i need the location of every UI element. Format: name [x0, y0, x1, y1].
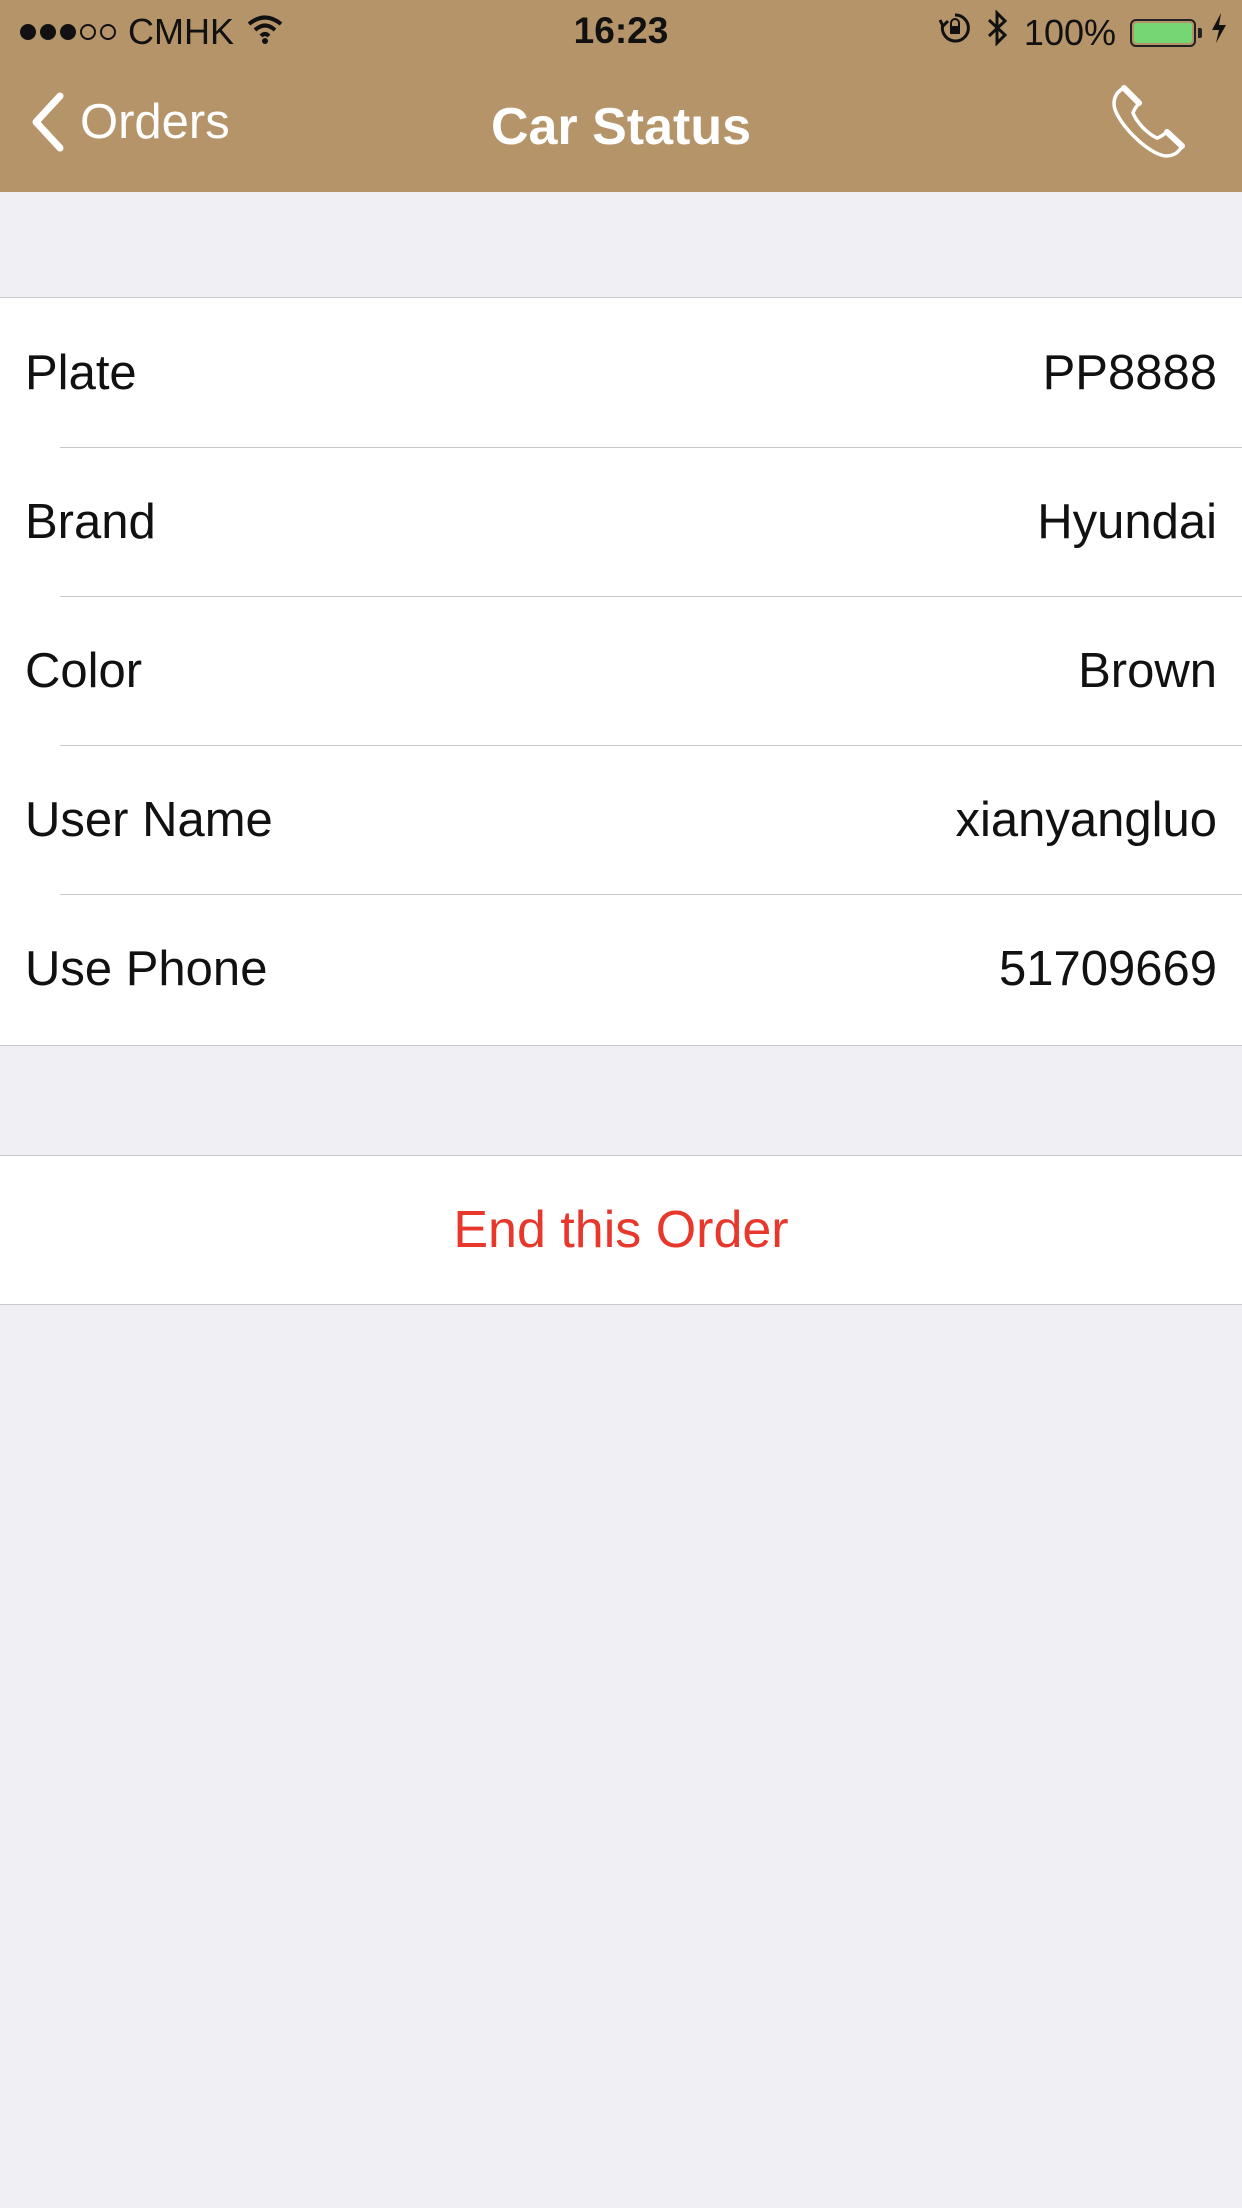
brand-label: Brand: [25, 495, 156, 549]
battery-icon: [1130, 18, 1202, 47]
brand-row: Brand Hyundai: [25, 447, 1242, 596]
color-row: Color Brown: [25, 596, 1242, 745]
phone-icon: [1106, 85, 1188, 168]
brand-value: Hyundai: [1037, 495, 1217, 549]
color-value: Brown: [1078, 644, 1217, 698]
car-details-list: Plate PP8888 Brand Hyundai Color Brown U…: [0, 297, 1242, 1046]
plate-label: Plate: [25, 345, 137, 400]
actions-group: End this Order: [0, 1155, 1242, 1305]
status-bar: CMHK 16:23 100%: [0, 0, 1242, 60]
use-phone-label: Use Phone: [25, 942, 268, 996]
call-button[interactable]: [1106, 82, 1188, 164]
use-phone-row: Use Phone 51709669: [25, 894, 1242, 1043]
plate-row: Plate PP8888: [0, 298, 1242, 447]
navigation-bar: Orders Car Status: [0, 60, 1242, 192]
page-title: Car Status: [490, 98, 752, 156]
header: CMHK 16:23 100% Orders Car Status: [0, 0, 1242, 192]
battery-percentage: 100%: [1023, 11, 1116, 53]
color-label: Color: [25, 644, 143, 698]
user-name-row: User Name xianyangluo: [25, 745, 1242, 894]
plate-value: PP8888: [1042, 345, 1217, 400]
bluetooth-icon: [986, 9, 1010, 55]
end-order-button[interactable]: End this Order: [0, 1156, 1242, 1304]
status-bar-right: 100%: [938, 9, 1228, 55]
charging-icon: [1210, 11, 1228, 54]
use-phone-value: 51709669: [998, 942, 1217, 996]
user-name-value: xianyangluo: [955, 793, 1217, 847]
orientation-lock-icon: [938, 11, 972, 54]
user-name-label: User Name: [25, 793, 273, 847]
